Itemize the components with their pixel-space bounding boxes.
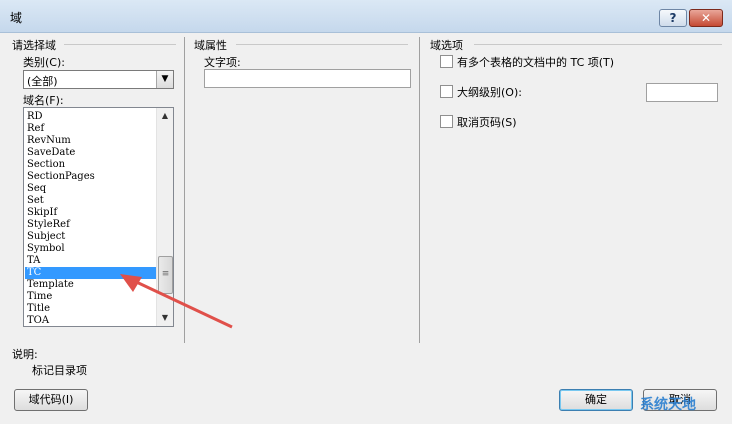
ok-button[interactable]: 确定 (559, 389, 633, 411)
list-item[interactable]: Template (25, 279, 156, 291)
text-entry-input[interactable] (204, 69, 411, 88)
list-item[interactable]: Symbol (25, 243, 156, 255)
field-codes-button[interactable]: 域代码(I) (14, 389, 88, 411)
category-value: (全部) (27, 75, 58, 88)
window-title: 域 (10, 11, 23, 25)
choose-field-group-label: 请选择域 (12, 39, 56, 52)
list-item[interactable]: Ref (25, 123, 156, 135)
field-properties-group-label: 域属性 (194, 39, 227, 52)
field-name-label: 域名(F): (23, 94, 64, 107)
list-item[interactable]: TA (25, 255, 156, 267)
list-item[interactable]: RD (25, 111, 156, 123)
close-icon[interactable]: ✕ (689, 9, 723, 27)
scroll-down-icon[interactable]: ▼ (157, 310, 173, 326)
multi-table-tc-checkbox[interactable] (440, 55, 453, 68)
description-label: 说明: (12, 348, 38, 361)
list-item[interactable]: Set (25, 195, 156, 207)
list-item[interactable]: RevNum (25, 135, 156, 147)
outline-level-input[interactable] (646, 83, 718, 102)
column-separator (419, 37, 420, 343)
list-item[interactable]: TOA (25, 315, 156, 326)
group-divider (64, 44, 176, 45)
list-item[interactable]: StyleRef (25, 219, 156, 231)
title-bar: 域 ? ✕ (0, 0, 732, 33)
group-divider (474, 44, 722, 45)
list-item[interactable]: Seq (25, 183, 156, 195)
watermark-logo: 系统天地 (640, 397, 696, 413)
dropdown-arrow-icon[interactable]: ▼ (156, 71, 173, 88)
scroll-thumb[interactable]: ≡ (158, 256, 173, 294)
category-label: 类别(C): (23, 56, 65, 69)
suppress-page-number-checkbox[interactable] (440, 115, 453, 128)
list-item[interactable]: Section (25, 159, 156, 171)
help-icon[interactable]: ? (659, 9, 687, 27)
category-dropdown[interactable]: (全部) ▼ (23, 70, 174, 89)
list-scrollbar[interactable]: ▲ ≡ ▼ (156, 108, 173, 326)
description-text: 标记目录项 (32, 364, 87, 377)
dialog-body: 请选择域 类别(C): (全部) ▼ 域名(F): RD Ref RevNum … (0, 33, 732, 424)
column-separator (184, 37, 185, 343)
list-item[interactable]: Time (25, 291, 156, 303)
list-item[interactable]: SkipIf (25, 207, 156, 219)
scroll-up-icon[interactable]: ▲ (157, 108, 173, 124)
list-item[interactable]: SaveDate (25, 147, 156, 159)
list-item[interactable]: Subject (25, 231, 156, 243)
list-item[interactable]: Title (25, 303, 156, 315)
group-divider (236, 44, 408, 45)
list-item[interactable]: SectionPages (25, 171, 156, 183)
suppress-page-number-label[interactable]: 取消页码(S) (457, 114, 517, 130)
text-entry-label: 文字项: (204, 56, 241, 69)
outline-level-checkbox[interactable] (440, 85, 453, 98)
list-item-selected[interactable]: TC (25, 267, 156, 279)
field-options-group-label: 域选项 (430, 39, 463, 52)
field-name-list[interactable]: RD Ref RevNum SaveDate Section SectionPa… (23, 107, 174, 327)
multi-table-tc-label[interactable]: 有多个表格的文档中的 TC 项(T) (457, 54, 614, 70)
outline-level-label[interactable]: 大纲级别(O): (457, 84, 522, 100)
